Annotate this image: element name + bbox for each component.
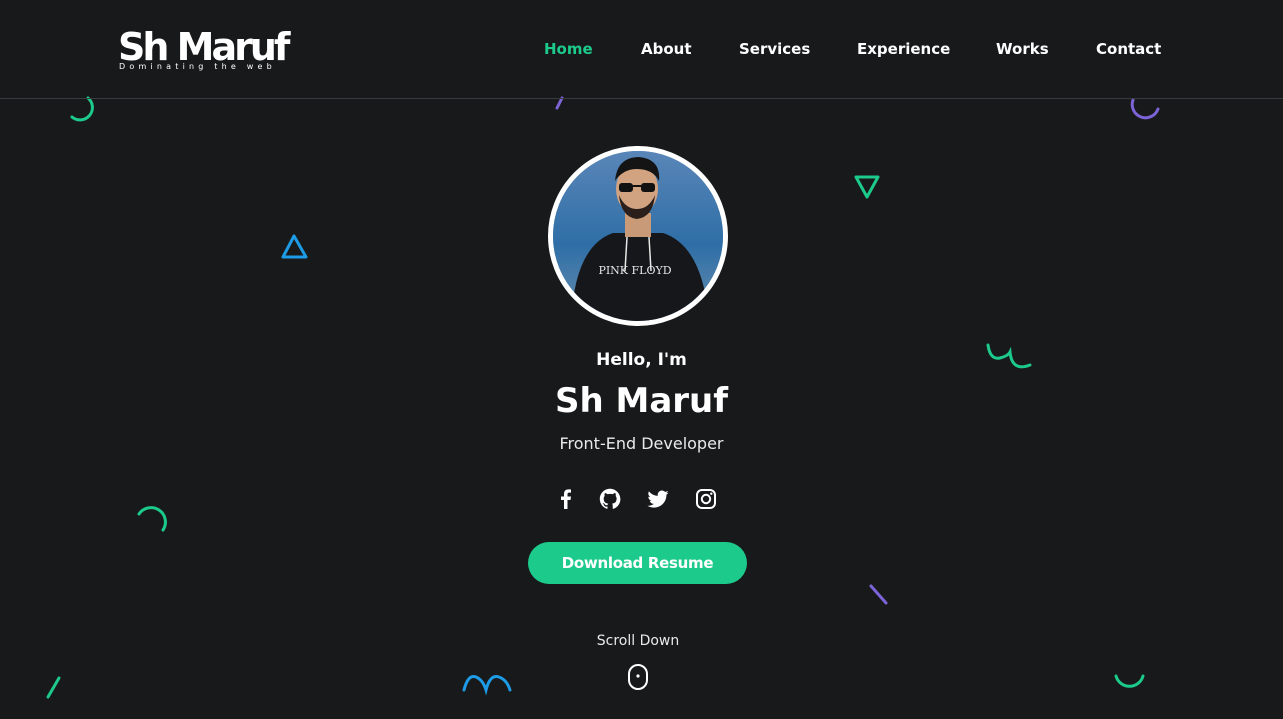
instagram-icon[interactable] — [694, 487, 718, 511]
triangle-shape — [854, 175, 880, 199]
nav-home[interactable]: Home — [544, 38, 593, 60]
hero-name: Sh Maruf — [554, 381, 729, 421]
wave-shape — [462, 675, 512, 696]
site-header: Sh Maruf Dominating the web Home About S… — [0, 0, 1283, 99]
line-shape — [46, 676, 61, 699]
arc-shape — [70, 96, 94, 122]
nav-contact[interactable]: Contact — [1096, 38, 1161, 60]
arc-shape — [1130, 98, 1160, 120]
nav-experience[interactable]: Experience — [857, 38, 950, 60]
nav-works[interactable]: Works — [996, 38, 1049, 60]
triangle-shape — [281, 234, 308, 259]
social-links — [0, 487, 1283, 511]
hero-role: Front-End Developer — [559, 434, 724, 453]
main-nav: Home About Services Experience Works Con… — [0, 38, 1283, 62]
nav-services[interactable]: Services — [739, 38, 810, 60]
nav-about[interactable]: About — [641, 38, 692, 60]
line-shape — [555, 96, 564, 110]
profile-photo: PINK FLOYD — [548, 146, 728, 326]
shirt-print: PINK FLOYD — [598, 264, 671, 277]
logo-tagline: Dominating the web — [119, 62, 276, 71]
line-shape — [869, 584, 888, 605]
github-icon[interactable] — [598, 487, 622, 511]
arc-shape — [1114, 674, 1145, 688]
scroll-down-label: Scroll Down — [596, 633, 680, 649]
scroll-down-mouse-icon[interactable] — [627, 664, 649, 690]
greeting-text: Hello, I'm — [596, 350, 687, 370]
twitter-icon[interactable] — [646, 487, 670, 511]
facebook-icon[interactable] — [554, 487, 578, 511]
download-resume-button[interactable]: Download Resume — [528, 542, 747, 584]
